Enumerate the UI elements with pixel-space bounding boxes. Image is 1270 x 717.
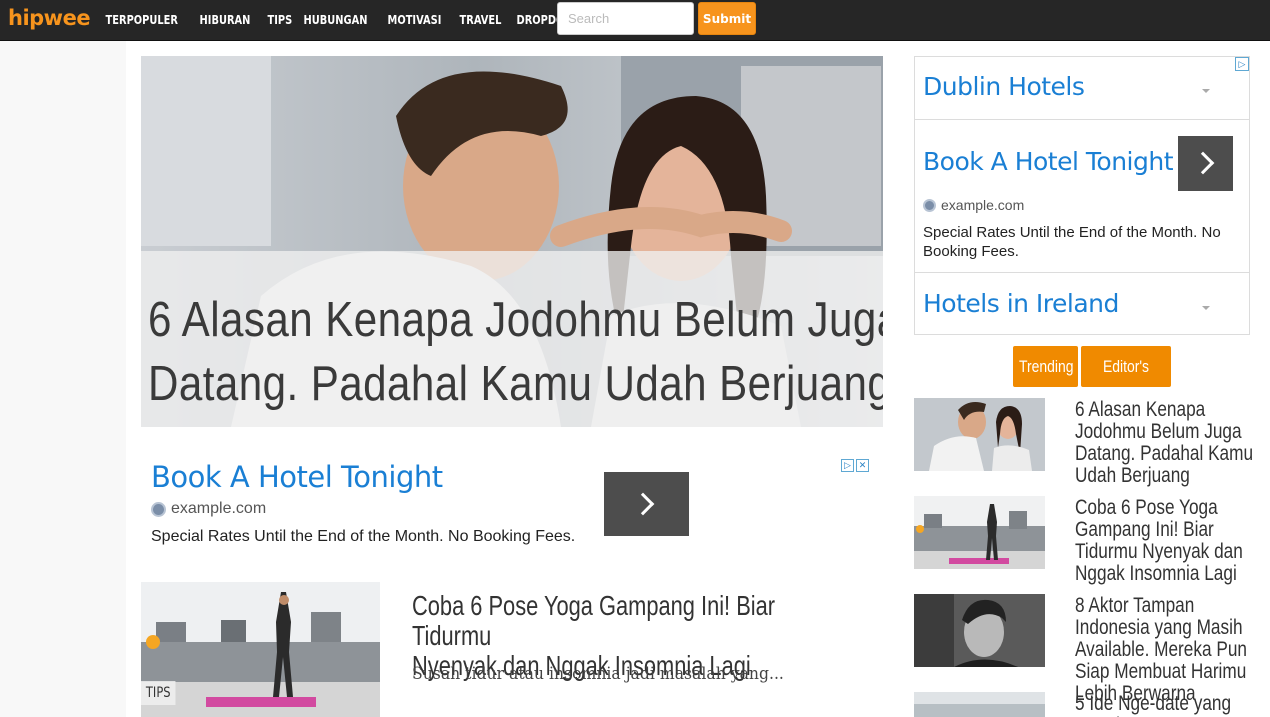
date-photo [914,692,1045,717]
tab-editors-pick[interactable]: Editor's Pick [1081,346,1171,417]
nav-item-tips[interactable]: TIPS [261,13,299,27]
ad-url: example.com [171,500,267,517]
sidebar-ad-row-dublin[interactable]: Dublin Hotels [914,56,1250,120]
ad-description: Special Rates Until the End of the Month… [151,528,576,545]
globe-icon [151,501,166,517]
yoga-photo [914,496,1045,569]
trending-thumbnail[interactable] [914,594,1045,667]
hero-title-line1: 6 Alasan Kenapa Jodohmu Belum Juga [148,293,883,347]
chevron-right-icon [1191,151,1215,175]
close-ad-icon[interactable]: ✕ [856,459,869,472]
sidebar-ad-description: Special Rates Until the End of the Month… [923,224,1221,260]
tab-trending-label: Trending [1018,357,1074,376]
trending-item-title[interactable]: 6 Alasan Kenapa Jodohmu Belum Juga Datan… [1075,399,1270,487]
trending-thumbnail[interactable] [914,496,1045,569]
yoga-photo [141,582,380,717]
tab-trending[interactable]: Trending [1013,346,1078,387]
nav-item-motivasi[interactable]: MOTIVASI [381,13,448,27]
caret-down-icon [1202,89,1210,93]
article-category-tag[interactable]: TIPS [141,681,176,705]
sidebar-ad-url: example.com [941,197,1025,213]
hero-article[interactable]: 6 Alasan Kenapa Jodohmu Belum Juga Datan… [141,56,883,427]
search-submit-button[interactable]: Submit [698,2,756,35]
nav-item-hiburan[interactable]: HIBURAN [193,13,257,27]
adchoices-icon[interactable]: ▷ [841,459,854,472]
actor-portrait-photo [914,594,1045,667]
article-title-line1: Coba 6 Pose Yoga Gampang Ini! Biar Tidur… [412,590,776,651]
hero-title-line2: Datang. Padahal Kamu Udah Berjuang [148,357,883,411]
article-thumbnail[interactable] [141,582,380,717]
sidebar-ad-url-row: example.com [923,197,1024,213]
globe-icon [923,198,936,212]
inline-ad[interactable]: ▷ ✕ Book A Hotel Tonight example.com Spe… [141,452,873,556]
trending-thumbnail[interactable] [914,398,1045,471]
nav-item-terpopuler[interactable]: TERPOPULER [99,13,184,27]
search-input[interactable] [557,2,694,35]
ad-open-button[interactable] [604,472,689,536]
sidebar-ad-headline-link[interactable]: Book A Hotel Tonight [923,147,1174,176]
trending-item-title[interactable]: Coba 6 Pose Yoga Gampang Ini! Biar Tidur… [1075,497,1270,585]
ad-headline-link[interactable]: Book A Hotel Tonight [151,460,443,494]
trending-item-title[interactable]: 8 Aktor Tampan Indonesia yang Masih Avai… [1075,595,1270,705]
article-excerpt: Susah tidur atau insomnia jadi masalah y… [412,664,784,684]
hero-title[interactable]: 6 Alasan Kenapa Jodohmu Belum Juga Datan… [148,288,883,416]
chevron-right-icon [631,492,655,516]
top-navbar: hipwee TERPOPULER HIBURAN TIPS HUBUNGAN … [0,0,1270,41]
couple-photo [914,398,1045,471]
sidebar-ad-open-button[interactable] [1178,136,1233,191]
sidebar-ad-row-ireland[interactable]: Hotels in Ireland [914,272,1250,335]
nav-item-hubungan[interactable]: HUBUNGAN [297,13,374,27]
main-nav: TERPOPULER HIBURAN TIPS HUBUNGAN MOTIVAS… [99,0,610,40]
sidebar-ad-row-label: Hotels in Ireland [923,289,1119,318]
site-logo[interactable]: hipwee [8,6,91,30]
sidebar-ad-row-label: Dublin Hotels [923,72,1085,101]
trending-thumbnail[interactable] [914,692,1045,717]
nav-item-travel[interactable]: TRAVEL [453,13,508,27]
adchoices[interactable]: ▷ ✕ [841,459,869,472]
left-gutter [0,41,126,717]
ad-url-row: example.com [151,500,266,518]
caret-down-icon [1202,306,1210,310]
trending-item-title[interactable]: 5 Ide Nge-date yang Nggak [1075,693,1270,717]
